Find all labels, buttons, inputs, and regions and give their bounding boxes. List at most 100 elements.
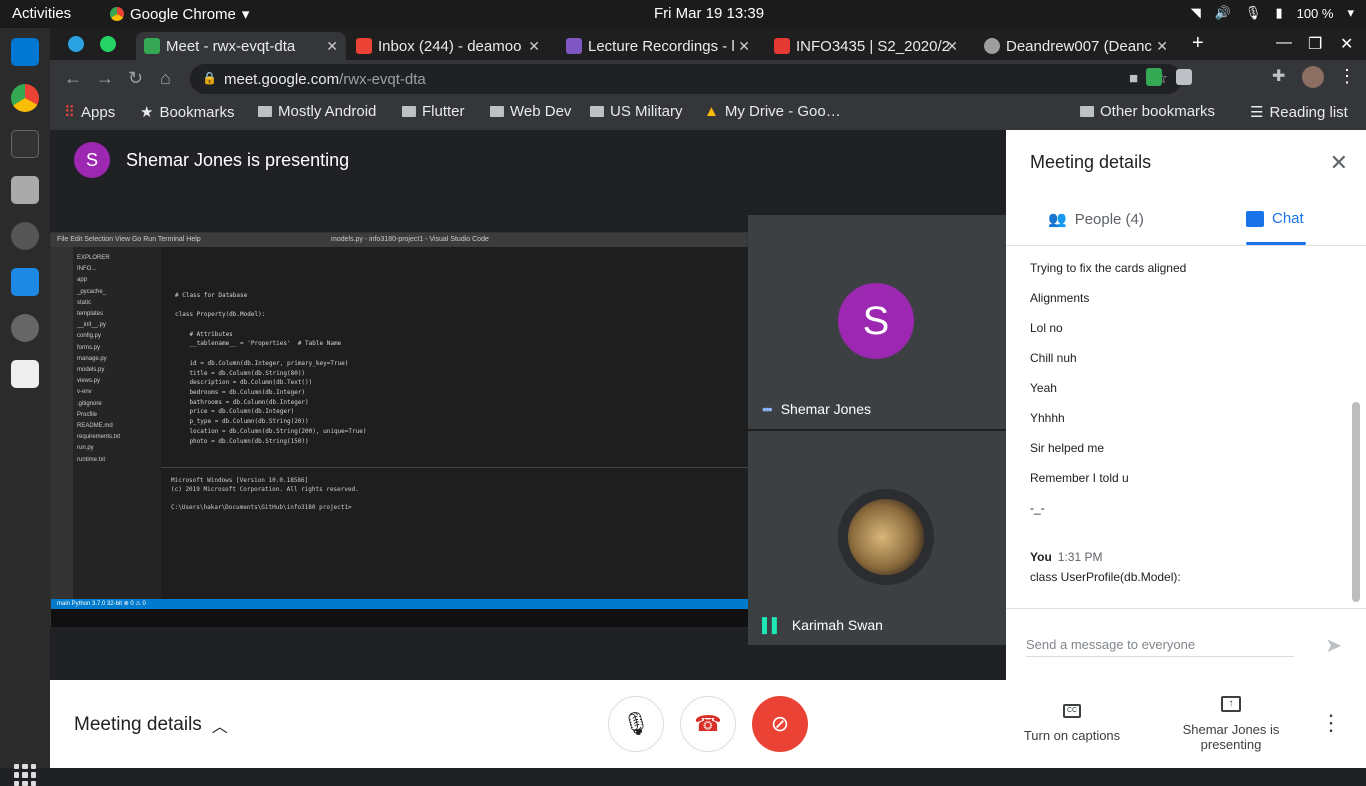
close-icon[interactable]: ✕ (326, 38, 338, 55)
message-text: class UserProfile(db.Model): (1030, 570, 1181, 584)
clock[interactable]: Fri Mar 19 13:39 (654, 5, 764, 22)
audio-level-icon: ▌▌ (762, 617, 782, 633)
present-button[interactable]: ↑ Shemar Jones is presenting (1170, 696, 1292, 752)
more-options-icon[interactable]: ⋮ (1320, 710, 1342, 736)
explorer-item: run.py (77, 445, 94, 452)
reload-button[interactable]: ↻ (128, 68, 143, 89)
mic-button[interactable]: 🎙 (608, 696, 664, 752)
code-line: photo = db.Column(db.String(150)) (175, 437, 309, 445)
leave-call-button[interactable]: ☎ (680, 696, 736, 752)
close-icon[interactable]: ✕ (946, 38, 958, 55)
drive-icon: ▲ (704, 103, 719, 120)
office-icon[interactable] (11, 360, 39, 388)
new-tab-button[interactable]: + (1192, 32, 1204, 55)
bookmark-web-dev[interactable]: Web Dev (490, 103, 571, 120)
chrome-icon (110, 7, 124, 21)
tab-inbox[interactable]: Inbox (244) - deamoo ✕ (348, 32, 548, 60)
code-line: bathrooms = db.Column(db.Integer) (175, 398, 309, 406)
chevron-up-icon: ︿ (211, 719, 228, 736)
dropbox-favicon (566, 38, 582, 54)
software-icon[interactable] (11, 314, 39, 342)
bookmark-label: Web Dev (510, 103, 572, 120)
profile-avatar[interactable] (1302, 66, 1324, 88)
tab-info3435[interactable]: INFO3435 | S2_2020/2 ✕ (766, 32, 966, 60)
telegram-icon[interactable] (68, 36, 84, 52)
settings-icon[interactable] (11, 222, 39, 250)
reading-list[interactable]: ☰ Reading list (1250, 103, 1348, 122)
home-button[interactable]: ⌂ (160, 68, 171, 89)
bookmark-flutter[interactable]: Flutter (402, 103, 465, 120)
vscode-menu: File Edit Selection View Go Run Terminal… (57, 236, 201, 243)
puzzle-icon[interactable]: ✚ (1272, 66, 1285, 86)
bookmark-mostly-android[interactable]: Mostly Android (258, 103, 376, 120)
chat-message: Trying to fix the cards aligned (1030, 261, 1187, 275)
bookmark-bookmarks[interactable]: ★ Bookmarks (140, 103, 234, 122)
bookmark-us-military[interactable]: US Military (590, 103, 683, 120)
participant-tile[interactable]: S ••• Shemar Jones (748, 215, 1006, 429)
tab-meet[interactable]: Meet - rwx-evqt-dta ✕ (136, 32, 346, 60)
captions-button[interactable]: CC Turn on captions (1016, 704, 1128, 743)
close-icon[interactable]: ✕ (528, 38, 540, 55)
files-icon[interactable] (11, 176, 39, 204)
speaking-dots-icon: ••• (762, 401, 773, 417)
close-icon[interactable]: ✕ (1330, 150, 1348, 176)
meeting-details-toggle[interactable]: Meeting details ︿ (74, 713, 228, 737)
camera-off-icon: ⊘ (770, 711, 790, 736)
forward-button[interactable]: → (96, 68, 114, 89)
chat-icon (1246, 210, 1264, 227)
folder-icon (402, 106, 416, 117)
bookmark-apps[interactable]: ⠿ Apps (64, 103, 116, 122)
extension-icon[interactable] (1176, 69, 1192, 85)
activities-button[interactable]: Activities (12, 5, 71, 22)
send-icon[interactable]: ➤ (1325, 633, 1342, 658)
chrome-dock-icon[interactable] (11, 84, 39, 112)
lock-icon: 🔒 (202, 71, 217, 85)
present-icon: ↑ (1221, 696, 1241, 712)
back-button[interactable]: ← (64, 68, 82, 89)
bookmark-label: Apps (81, 103, 116, 121)
terminal-icon[interactable] (11, 130, 39, 158)
explorer-item: templates (77, 311, 104, 318)
windows-taskbar (51, 609, 749, 627)
participant-tile[interactable]: ▌▌ Karimah Swan (748, 431, 1006, 645)
tab-chat[interactable]: Chat (1246, 210, 1304, 227)
chat-messages: Trying to fix the cards aligned Alignment… (1030, 258, 1340, 528)
whatsapp-icon[interactable] (100, 36, 116, 52)
explorer-item: _pycache_ (77, 288, 107, 295)
code-line: id = db.Column(db.Integer, primary_key=T… (175, 359, 349, 367)
maximize-button[interactable]: ❐ (1308, 34, 1322, 54)
address-bar[interactable]: 🔒 meet.google.com/rwx-evqt-dta ■ ☆ (190, 64, 1182, 94)
menu-icon[interactable]: ⋮ (1338, 66, 1356, 87)
system-tray[interactable]: ◥ 🔊 🎙 ▮ 100 % ▾ (1191, 5, 1354, 21)
shared-screen[interactable]: File Edit Selection View Go Run Terminal… (50, 232, 749, 627)
minimize-button[interactable]: — (1276, 34, 1292, 52)
bookmark-other[interactable]: Other bookmarks (1080, 103, 1215, 120)
tab-github[interactable]: Deandrew007 (Deanc ✕ (976, 32, 1176, 60)
explorer-item: __init__.py (77, 322, 107, 329)
camera-blocked-icon[interactable]: ■ (1129, 70, 1138, 87)
code-line: price = db.Column(db.Integer) (175, 408, 295, 416)
vscode-terminal: Microsoft Windows [Version 10.0.18586] (c… (161, 467, 749, 599)
battery-level: 100 % (1296, 5, 1334, 21)
explorer-item: manage.py (77, 355, 107, 362)
chevron-down-icon: ▾ (241, 6, 250, 23)
close-icon[interactable]: ✕ (738, 38, 750, 55)
close-icon[interactable]: ✕ (1156, 38, 1168, 55)
show-apps-icon[interactable] (14, 764, 36, 786)
extension-shield-icon[interactable] (1146, 68, 1162, 86)
tab-people[interactable]: 👥 People (4) (1048, 210, 1144, 229)
chat-scrollbar[interactable] (1352, 402, 1360, 602)
camera-button[interactable]: ⊘ (752, 696, 808, 752)
text-editor-icon[interactable] (11, 268, 39, 296)
tab-lecture[interactable]: Lecture Recordings - l ✕ (558, 32, 758, 60)
explorer-item: Procfile (77, 411, 98, 418)
code-line: # Attributes (175, 330, 233, 338)
close-window-button[interactable]: ✕ (1340, 34, 1353, 54)
bookmark-my-drive[interactable]: ▲ My Drive - Goo… (704, 103, 841, 120)
captions-icon: CC (1063, 704, 1081, 718)
chat-input[interactable]: Send a message to everyone (1026, 637, 1294, 657)
vscode-icon[interactable] (11, 38, 39, 66)
app-menu[interactable]: Google Chrome ▾ (110, 5, 249, 23)
reading-list-icon: ☰ (1250, 104, 1264, 121)
control-bar: Meeting details ︿ 🎙 ☎ ⊘ CC Turn on capti… (50, 680, 1366, 768)
